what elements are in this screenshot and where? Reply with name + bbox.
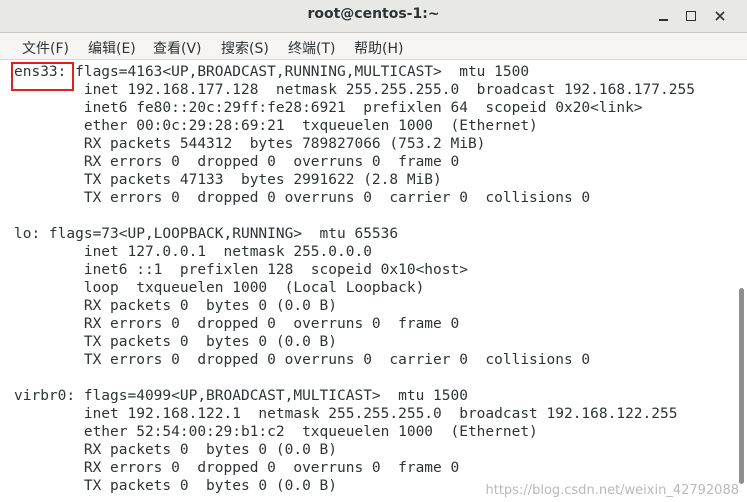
terminal-output[interactable]: ens33: flags=4163<UP,BROADCAST,RUNNING,M… (0, 60, 735, 502)
menu-view[interactable]: 查看(V) (153, 38, 202, 58)
menu-file[interactable]: 文件(F) (22, 38, 69, 58)
terminal-line: inet 127.0.0.1 netmask 255.0.0.0 (14, 244, 372, 260)
terminal-line: loop txqueuelen 1000 (Local Loopback) (14, 280, 425, 296)
terminal-line: TX packets 47133 bytes 2991622 (2.8 MiB) (14, 172, 442, 188)
maximize-button[interactable] (679, 4, 703, 28)
menu-terminal[interactable]: 终端(T) (288, 38, 335, 58)
close-button[interactable] (708, 4, 732, 28)
terminal-line: TX packets 0 bytes 0 (0.0 B) (14, 334, 338, 350)
terminal-line: RX errors 0 dropped 0 overruns 0 frame 0 (14, 316, 460, 332)
terminal-line: RX packets 0 bytes 0 (0.0 B) (14, 298, 338, 314)
terminal-line: TX errors 0 dropped 0 overruns 0 carrier… (14, 352, 591, 368)
terminal-line: ether 00:0c:29:28:69:21 txqueuelen 1000 … (14, 118, 538, 134)
terminal-line: inet 192.168.122.1 netmask 255.255.255.0… (14, 406, 678, 422)
terminal-line: ens33: flags=4163<UP,BROADCAST,RUNNING,M… (14, 64, 530, 80)
minimize-button[interactable] (652, 4, 676, 28)
minimize-icon (659, 19, 668, 21)
title-bar[interactable]: root@centos-1:~ (0, 0, 747, 33)
terminal-line: inet 192.168.177.128 netmask 255.255.255… (14, 82, 695, 98)
terminal-line: TX packets 0 bytes 0 (0.0 B) (14, 478, 338, 494)
scrollbar-thumb[interactable] (739, 288, 744, 484)
watermark: https://blog.csdn.net/weixin_42792088 (485, 483, 739, 498)
menu-edit[interactable]: 编辑(E) (88, 38, 136, 58)
terminal-line: RX errors 0 dropped 0 overruns 0 frame 0 (14, 460, 460, 476)
terminal-line: RX packets 544312 bytes 789827066 (753.2… (14, 136, 486, 152)
terminal-line: RX packets 0 bytes 0 (0.0 B) (14, 442, 338, 458)
terminal-line: inet6 ::1 prefixlen 128 scopeid 0x10<hos… (14, 262, 468, 278)
terminal-line: TX errors 0 dropped 0 overruns 0 carrier… (14, 190, 591, 206)
menu-search[interactable]: 搜索(S) (221, 38, 269, 58)
menu-help[interactable]: 帮助(H) (354, 38, 403, 58)
terminal-line: inet6 fe80::20c:29ff:fe28:6921 prefixlen… (14, 100, 643, 116)
highlight-box (11, 62, 74, 91)
terminal-line: lo: flags=73<UP,LOOPBACK,RUNNING> mtu 65… (14, 226, 399, 242)
menu-bar: 文件(F) 编辑(E) 查看(V) 搜索(S) 终端(T) 帮助(H) (0, 33, 747, 60)
terminal-line: ether 52:54:00:29:b1:c2 txqueuelen 1000 … (14, 424, 538, 440)
close-icon (715, 11, 725, 21)
terminal-line: virbr0: flags=4099<UP,BROADCAST,MULTICAS… (14, 388, 468, 404)
terminal-window: root@centos-1:~ 文件(F) 编辑(E) 查看(V) 搜索(S) … (0, 0, 747, 502)
terminal-line: RX errors 0 dropped 0 overruns 0 frame 0 (14, 154, 460, 170)
window-title: root@centos-1:~ (307, 6, 440, 22)
maximize-icon (686, 11, 696, 21)
scrollbar[interactable] (735, 60, 747, 502)
